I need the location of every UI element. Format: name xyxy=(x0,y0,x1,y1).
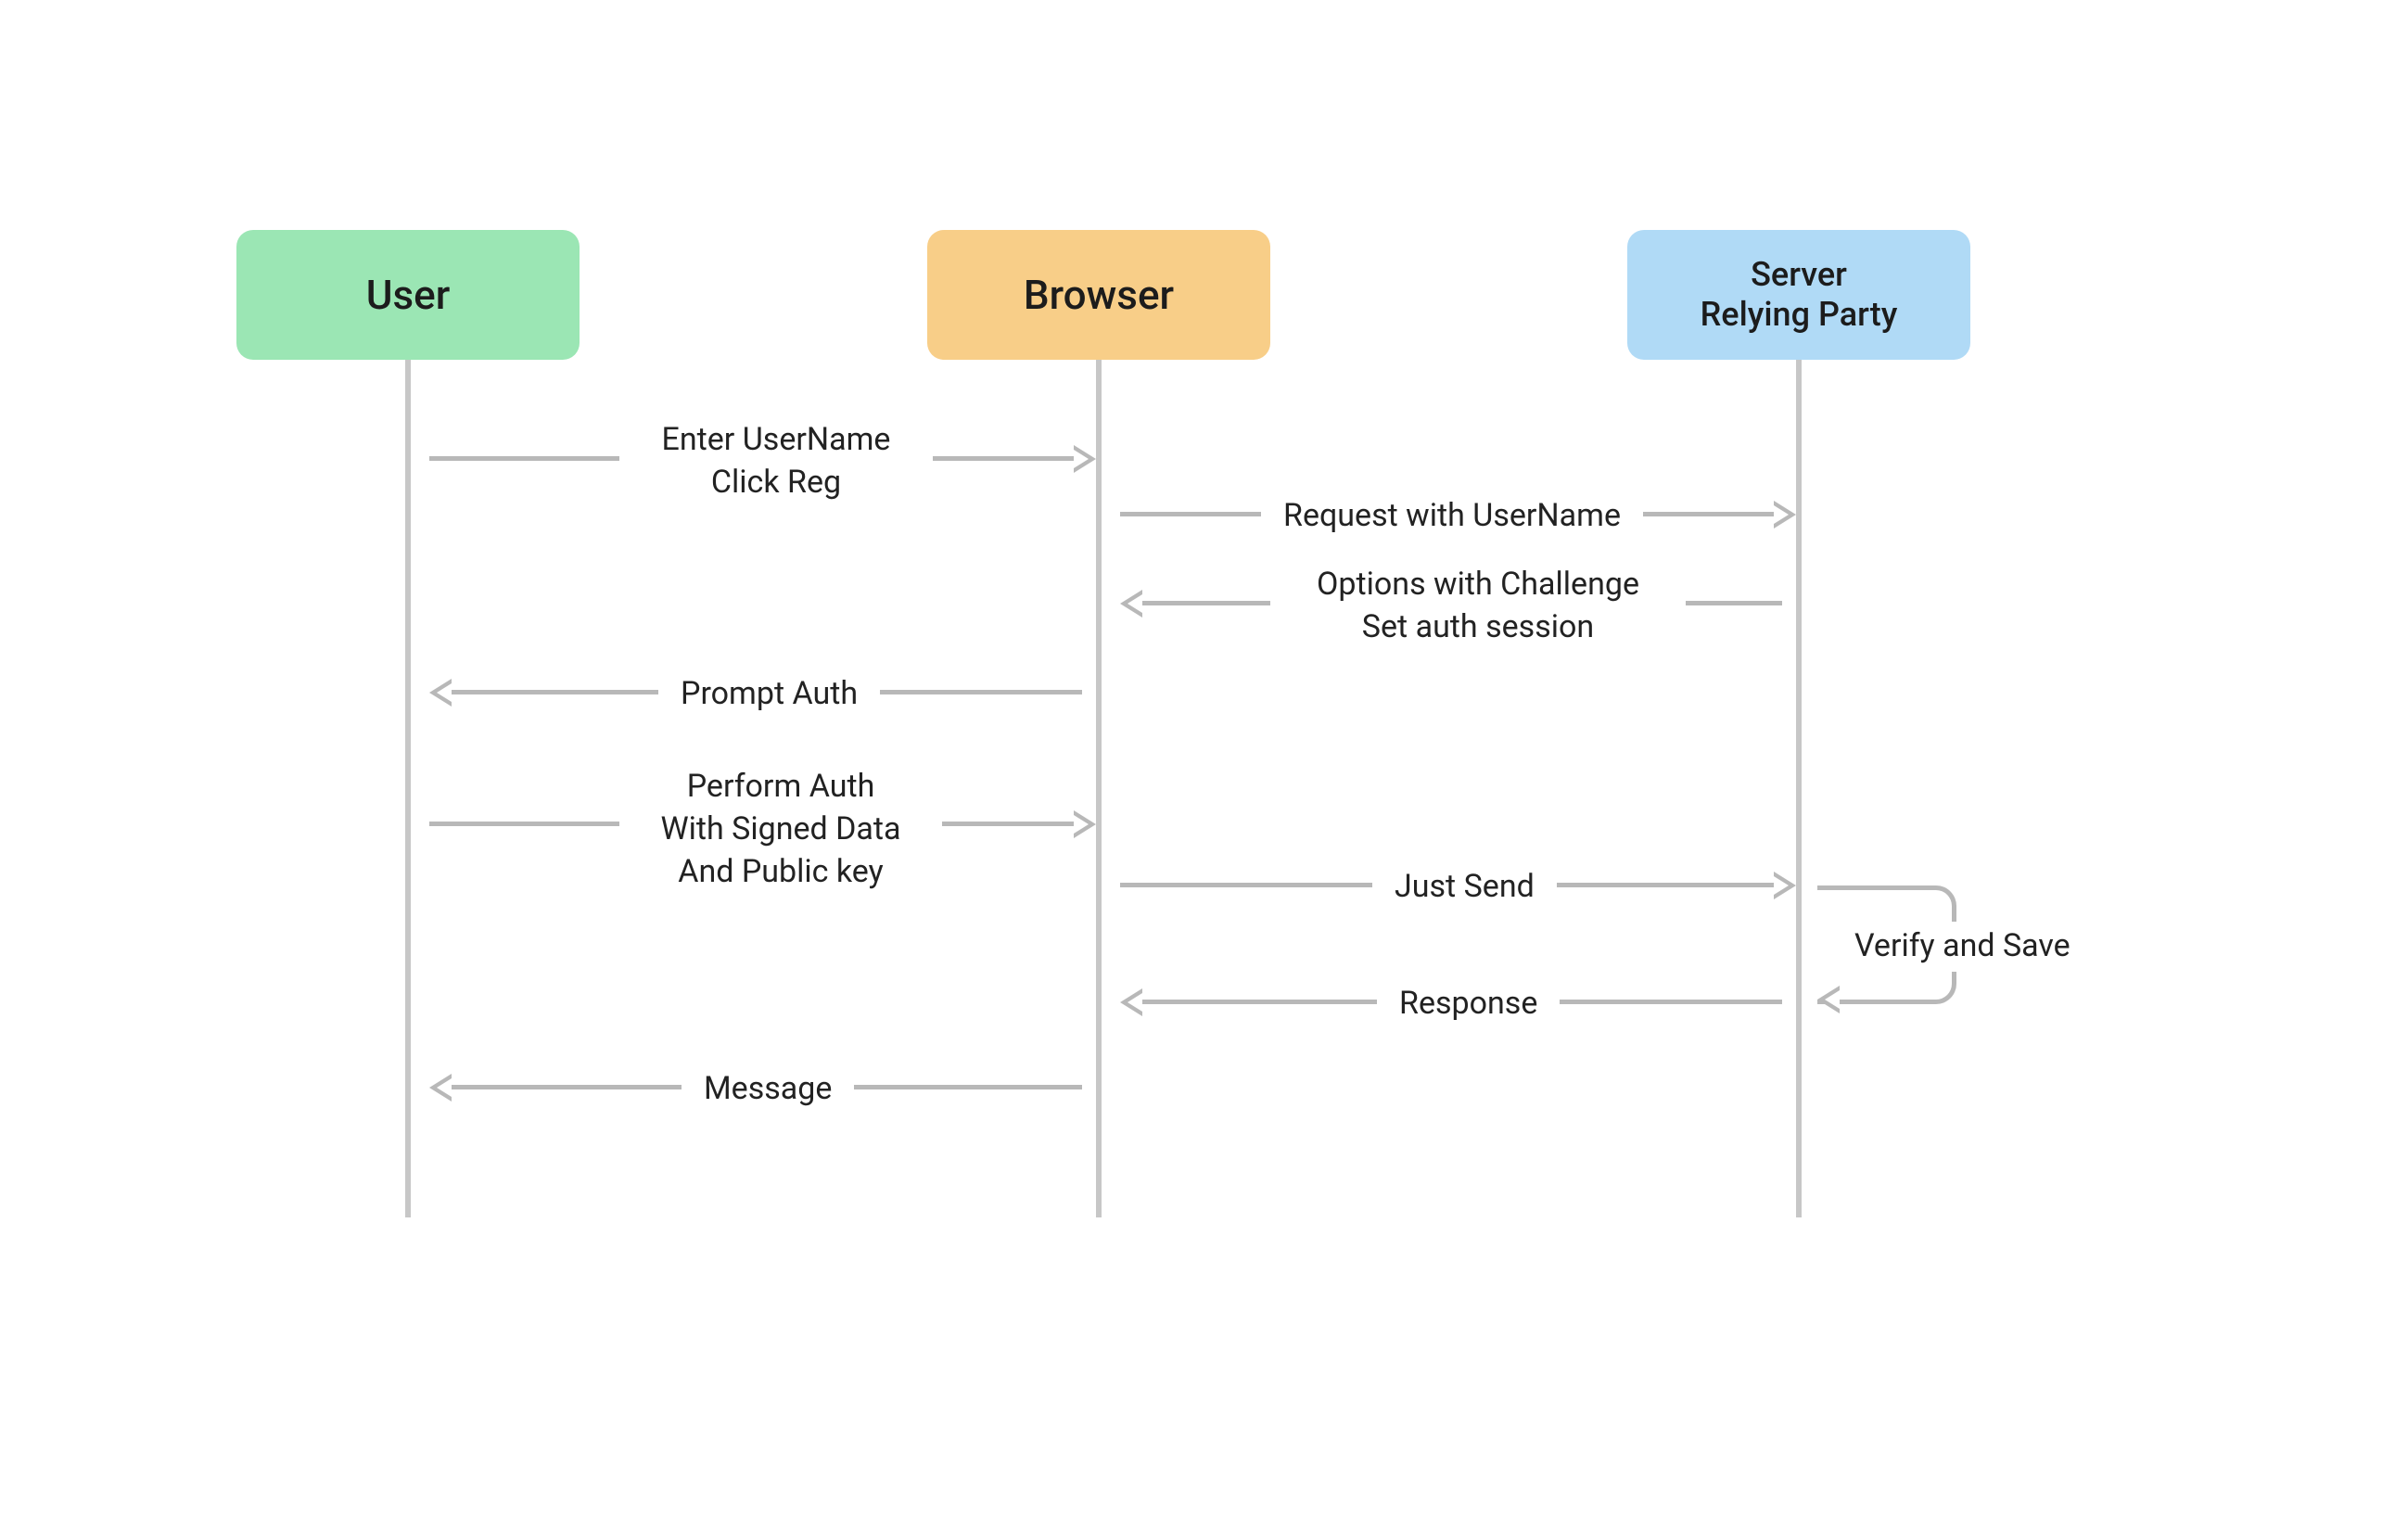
msg-verify-save: Verify and Save xyxy=(1845,922,2080,972)
msg-perform-auth: Perform Auth With Signed Data And Public… xyxy=(619,762,942,898)
arrow-request-username-head xyxy=(1774,501,1796,529)
lifeline-user xyxy=(405,360,411,1217)
msg-message: Message xyxy=(682,1064,854,1115)
msg-enter-username: Enter UserName Click Reg xyxy=(619,415,933,508)
msg-request-username: Request with UserName xyxy=(1261,491,1643,541)
arrow-message-head xyxy=(429,1074,452,1102)
msg-just-send: Just Send xyxy=(1372,862,1557,912)
arrow-verify-save-head xyxy=(1817,986,1840,1013)
actor-server: Server Relying Party xyxy=(1627,230,1970,360)
lifeline-browser xyxy=(1096,360,1102,1217)
arrow-options-challenge-head xyxy=(1120,590,1142,618)
actor-browser-label: Browser xyxy=(1024,271,1174,320)
actor-user-label: User xyxy=(366,271,451,320)
actor-browser: Browser xyxy=(927,230,1270,360)
lifeline-server xyxy=(1796,360,1802,1217)
actor-server-label-1: Server xyxy=(1751,255,1847,295)
sequence-diagram: User Browser Server Relying Party Enter … xyxy=(0,0,2408,1516)
arrow-response-head xyxy=(1120,988,1142,1016)
msg-options-challenge: Options with Challenge Set auth session xyxy=(1270,560,1686,653)
arrow-just-send-head xyxy=(1774,872,1796,899)
arrow-prompt-auth-head xyxy=(429,679,452,707)
arrow-enter-username-head xyxy=(1074,445,1096,473)
actor-user: User xyxy=(236,230,580,360)
arrow-perform-auth-head xyxy=(1074,810,1096,838)
msg-prompt-auth: Prompt Auth xyxy=(658,669,880,720)
msg-response: Response xyxy=(1377,979,1560,1029)
actor-server-label-2: Relying Party xyxy=(1701,295,1898,335)
